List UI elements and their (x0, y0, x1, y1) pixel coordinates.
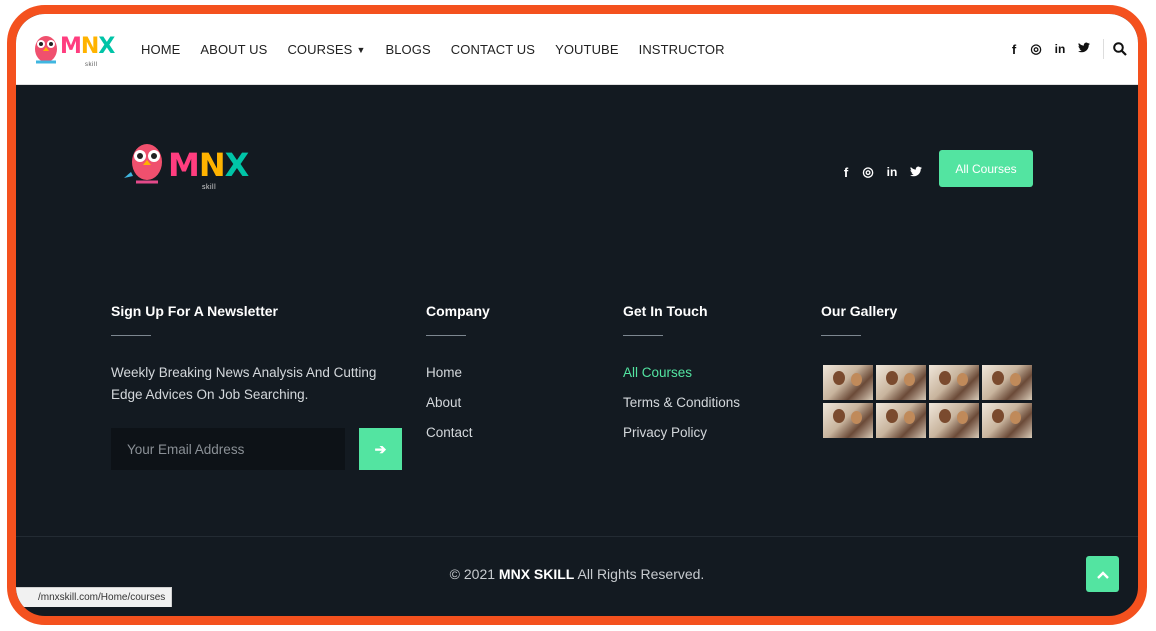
browser-status-bar: /mnxskill.com/Home/courses (16, 587, 173, 607)
copyright-brand: MNX SKILL (498, 566, 575, 582)
twitter-icon[interactable] (910, 165, 922, 180)
owl-mascot-icon (124, 144, 162, 184)
copyright-prefix: © 2021 (449, 566, 499, 582)
chevron-up-icon (1096, 571, 1109, 579)
logo-subtext: skill (85, 62, 98, 68)
top-navbar: MNX skill HOME ABOUT US COURSES ▼ BLOGS C… (16, 14, 1138, 85)
copyright-suffix: All Rights Reserved. (574, 566, 705, 582)
copyright-text: © 2021 MNX SKILL All Rights Reserved. (16, 566, 1138, 582)
subscribe-button[interactable]: ➔ (359, 428, 402, 470)
company-section: Company Home About Contact (426, 303, 490, 455)
section-divider (111, 335, 151, 336)
linkedin-icon[interactable]: in (1052, 42, 1068, 56)
footer-divider (16, 536, 1138, 537)
company-title: Company (426, 303, 490, 319)
nav-item-about-us[interactable]: ABOUT US (200, 42, 267, 57)
nav-item-courses[interactable]: COURSES ▼ (287, 42, 365, 57)
owl-mascot-icon (35, 36, 57, 64)
logo-letter-m: M (60, 34, 82, 59)
header-social-links: f ◎ in (998, 14, 1127, 84)
nav-item-blogs[interactable]: BLOGS (385, 42, 430, 57)
footer-social-links: f ◎ in (830, 164, 922, 180)
footer-link-terms[interactable]: Terms & Conditions (623, 395, 740, 410)
gallery-thumbnail[interactable] (876, 403, 926, 438)
gallery-thumbnail[interactable] (823, 403, 873, 438)
nav-item-contact-us[interactable]: CONTACT US (451, 42, 535, 57)
facebook-icon[interactable]: f (1008, 42, 1020, 57)
newsletter-title: Sign Up For A Newsletter (111, 303, 278, 319)
gallery-grid (823, 365, 1032, 438)
section-divider (623, 335, 663, 336)
get-in-touch-title: Get In Touch (623, 303, 708, 319)
section-divider (426, 335, 466, 336)
header-divider (1103, 39, 1104, 59)
instagram-icon[interactable]: ◎ (1030, 41, 1042, 57)
gallery-thumbnail[interactable] (982, 365, 1032, 400)
get-in-touch-links: All Courses Terms & Conditions Privacy P… (623, 365, 740, 440)
footer-link-all-courses[interactable]: All Courses (623, 365, 740, 380)
page-frame: MNX skill HOME ABOUT US COURSES ▼ BLOGS C… (7, 5, 1147, 625)
company-links: Home About Contact (426, 365, 490, 440)
nav-item-courses-label: COURSES (287, 41, 353, 57)
newsletter-description: Weekly Breaking News Analysis And Cuttin… (111, 365, 377, 402)
gallery-thumbnail[interactable] (982, 403, 1032, 438)
arrow-right-icon: ➔ (374, 440, 387, 457)
get-in-touch-section: Get In Touch All Courses Terms & Conditi… (623, 303, 740, 455)
gallery-thumbnail[interactable] (929, 403, 979, 438)
linkedin-icon[interactable]: in (884, 165, 900, 179)
chevron-down-icon: ▼ (356, 44, 366, 55)
footer-link-contact[interactable]: Contact (426, 425, 490, 440)
nav-item-home[interactable]: HOME (141, 42, 180, 57)
twitter-icon[interactable] (1078, 42, 1090, 56)
footer-link-about[interactable]: About (426, 395, 490, 410)
footer-logo[interactable]: MNX skill (124, 132, 264, 194)
gallery-thumbnail[interactable] (929, 365, 979, 400)
logo-letter-m: M (168, 146, 200, 184)
header-logo[interactable]: MNX skill (28, 22, 128, 72)
nav-item-instructor[interactable]: INSTRUCTOR (639, 42, 725, 57)
logo-letter-n: N (198, 146, 226, 184)
gallery-title: Our Gallery (821, 303, 898, 319)
logo-letter-x: X (224, 146, 250, 184)
logo-subtext: skill (202, 184, 217, 191)
search-icon[interactable] (1113, 42, 1127, 56)
gallery-thumbnail[interactable] (876, 365, 926, 400)
section-divider (821, 335, 861, 336)
newsletter-section: Sign Up For A Newsletter Weekly Breaking… (111, 303, 411, 406)
logo-letter-n: N (80, 34, 99, 59)
footer-link-home[interactable]: Home (426, 365, 490, 380)
instagram-icon[interactable]: ◎ (862, 164, 874, 180)
main-nav: HOME ABOUT US COURSES ▼ BLOGS CONTACT US … (141, 14, 745, 84)
all-courses-button[interactable]: All Courses (939, 150, 1033, 187)
gallery-section: Our Gallery (821, 303, 897, 336)
email-field[interactable] (111, 428, 345, 470)
facebook-icon[interactable]: f (840, 165, 852, 180)
footer-link-privacy[interactable]: Privacy Policy (623, 425, 740, 440)
nav-item-youtube[interactable]: YOUTUBE (555, 42, 619, 57)
logo-letter-x: X (98, 34, 115, 59)
back-to-top-button[interactable] (1086, 556, 1119, 592)
gallery-thumbnail[interactable] (823, 365, 873, 400)
